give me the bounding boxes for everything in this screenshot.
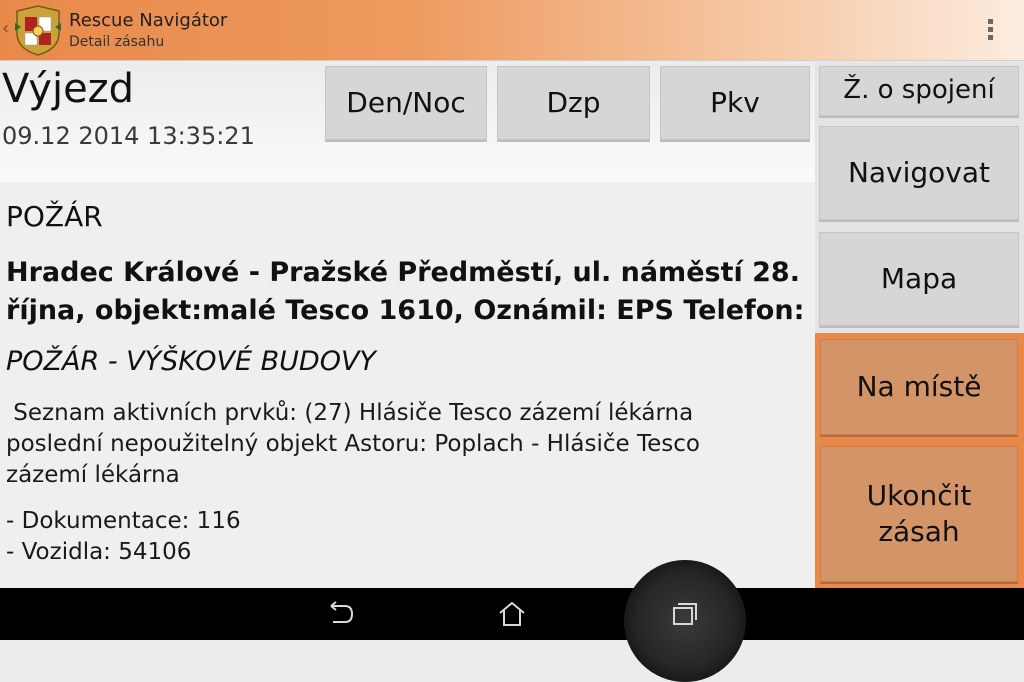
- description-line-2: poslední nepoužitelný objekt Astoru: Pop…: [6, 431, 700, 457]
- action-bar: ‹ Rescue Navigátor Detail zásahu: [0, 0, 1024, 60]
- page-title: Výjezd: [2, 66, 135, 112]
- app-title: Rescue Navigátor: [69, 10, 228, 31]
- screen-subtitle: Detail zásahu: [69, 34, 165, 50]
- overflow-menu-icon[interactable]: [980, 16, 1000, 44]
- description-line-1: Seznam aktivních prvků: (27) Hlásiče Tes…: [6, 400, 694, 426]
- recent-apps-icon[interactable]: [670, 600, 700, 628]
- dispatch-datetime: 09.12 2014 13:35:21: [2, 122, 255, 150]
- incident-category: POŽÁR: [6, 200, 103, 233]
- end-incident-label-line1: Ukončit: [866, 478, 972, 512]
- on-site-button[interactable]: Na místě: [820, 339, 1018, 435]
- connection-request-button[interactable]: Ž. o spojení: [819, 66, 1019, 116]
- pkv-button[interactable]: Pkv: [660, 66, 810, 140]
- navigate-button[interactable]: Navigovat: [819, 126, 1019, 220]
- documentation-count: - Dokumentace: 116: [6, 508, 241, 534]
- incident-address: Hradec Králové - Pražské Předměstí, ul. …: [6, 254, 806, 330]
- vehicles-count: - Vozidla: 54106: [6, 539, 192, 565]
- address-line-2: října, objekt:malé Tesco 1610, Oznámil: …: [6, 295, 805, 326]
- back-chevron[interactable]: ‹: [2, 18, 9, 39]
- address-line-1: Hradec Králové - Pražské Předměstí, ul. …: [6, 257, 800, 288]
- incident-type: POŽÁR - VÝŠKOVÉ BUDOVY: [6, 346, 376, 377]
- back-icon[interactable]: [325, 600, 355, 628]
- map-button[interactable]: Mapa: [819, 232, 1019, 326]
- end-incident-button[interactable]: Ukončit zásah: [820, 446, 1018, 582]
- home-icon[interactable]: [497, 600, 527, 628]
- description-line-3: zázemí lékárna: [6, 462, 180, 488]
- coat-of-arms-icon[interactable]: [11, 3, 65, 57]
- dzp-button[interactable]: Dzp: [497, 66, 650, 140]
- incident-description: Seznam aktivních prvků: (27) Hlásiče Tes…: [6, 398, 786, 491]
- end-incident-label-line2: zásah: [878, 515, 960, 548]
- day-night-button[interactable]: Den/Noc: [325, 66, 487, 140]
